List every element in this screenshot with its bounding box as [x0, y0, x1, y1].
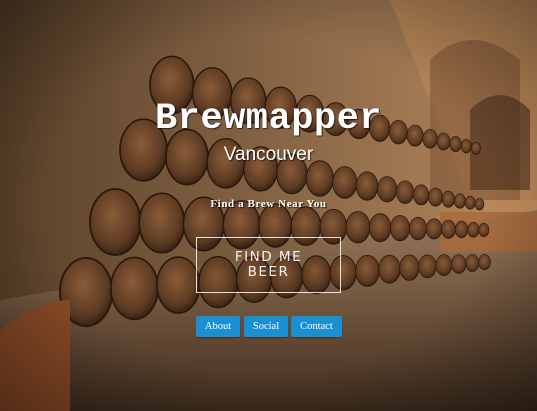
find-me-beer-button[interactable]: FIND ME BEER [196, 237, 341, 293]
contact-button[interactable]: Contact [291, 316, 342, 337]
site-title: Brewmapper [154, 98, 383, 140]
find-me-beer-label-line1: FIND ME [234, 249, 303, 265]
about-button[interactable]: About [196, 316, 240, 337]
city-name: Vancouver [223, 144, 314, 165]
find-me-beer-label-line2: BEER [247, 264, 290, 280]
page: Brewmapper Vancouver Find a Brew Near Yo… [0, 0, 537, 411]
nav-buttons: About Social Contact [0, 316, 537, 337]
tagline: Find a Brew Near You [210, 198, 327, 210]
social-button[interactable]: Social [244, 316, 288, 337]
